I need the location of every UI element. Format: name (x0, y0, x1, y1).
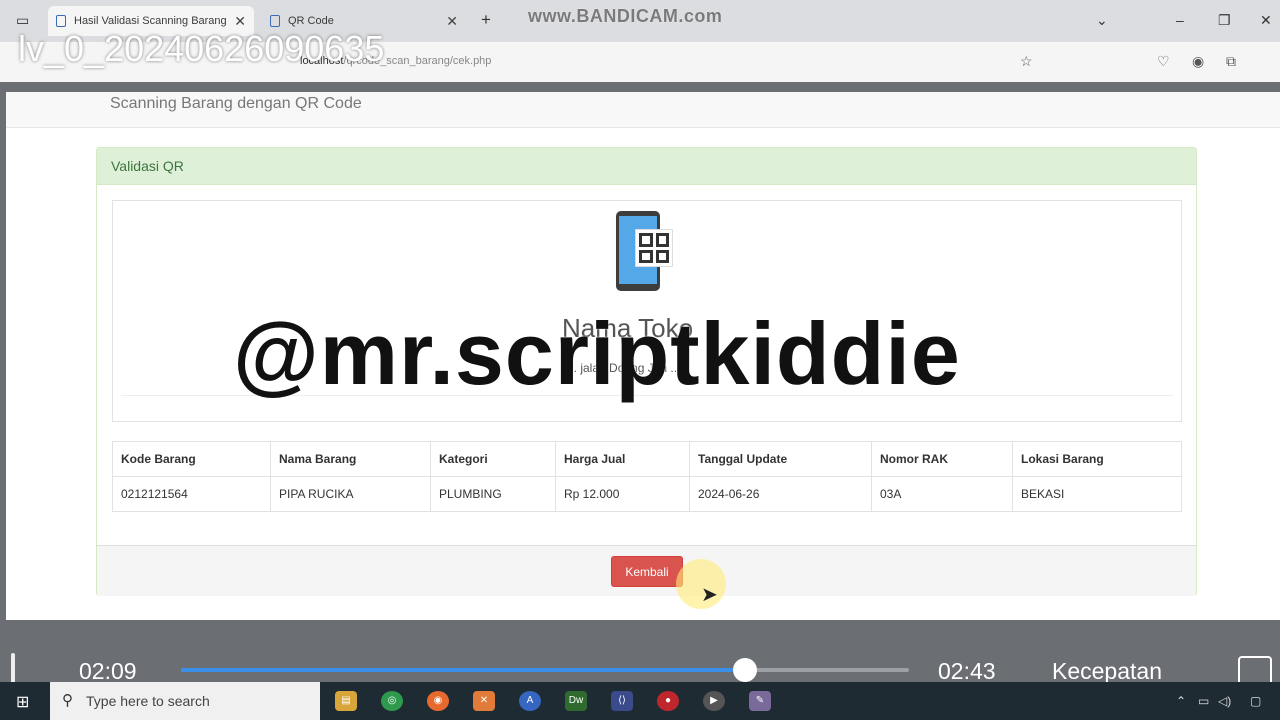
app-icon[interactable]: ✎ (749, 691, 771, 711)
search-placeholder: Type here to search (86, 693, 210, 709)
app-store-icon[interactable]: A (519, 691, 541, 711)
extensions-icon[interactable]: ⧉ (1226, 53, 1236, 70)
account-icon[interactable]: ◉ (1192, 53, 1204, 70)
panel-footer: Kembali (97, 545, 1196, 596)
item-table: Kode Barang Nama Barang Kategori Harga J… (112, 441, 1182, 512)
close-icon[interactable]: ✕ (234, 13, 246, 30)
page-favicon-icon (270, 15, 280, 27)
minimize-icon[interactable]: – (1176, 12, 1184, 28)
new-tab-icon[interactable]: + (481, 10, 491, 30)
column-header: Nama Barang (270, 441, 431, 477)
overlay-watermark: @mr.scriptkiddie (233, 304, 961, 403)
star-icon[interactable]: ☆ (1020, 53, 1033, 70)
table-header-row: Kode Barang Nama Barang Kategori Harga J… (112, 441, 1182, 477)
media-player-icon[interactable]: ▶ (703, 691, 725, 711)
cell-kode-barang: 0212121564 (112, 476, 271, 512)
current-time: 02:09 (79, 658, 137, 684)
windows-start-icon[interactable]: ⊞ (16, 692, 29, 712)
cell-nama-barang: PIPA RUCIKA (270, 476, 431, 512)
volume-icon[interactable]: ◁) (1218, 694, 1231, 708)
chevron-down-icon[interactable]: ⌄ (1096, 12, 1108, 29)
column-header: Kode Barang (112, 441, 271, 477)
navbar-brand[interactable]: Scanning Barang dengan QR Code (110, 95, 362, 113)
tray-chevron-icon[interactable]: ⌃ (1176, 694, 1186, 708)
video-player-controls: 02:09 02:43 Kecepatan (0, 620, 1280, 686)
tab-actions-icon[interactable]: ▭ (16, 12, 29, 29)
taskbar-search[interactable]: ⚲ Type here to search (50, 682, 320, 720)
cell-lokasi-barang: BEKASI (1012, 476, 1182, 512)
total-time: 02:43 (938, 658, 996, 684)
back-button[interactable]: Kembali (611, 556, 683, 587)
pocket-icon[interactable]: ♡ (1157, 53, 1170, 70)
bandicam-icon[interactable]: ● (657, 691, 679, 711)
cell-nomor-rak: 03A (871, 476, 1013, 512)
screen: ▭ Hasil Validasi Scanning Barang ✕ QR Co… (0, 0, 1280, 720)
firefox-icon[interactable]: ◉ (427, 691, 449, 711)
seek-bar[interactable] (181, 658, 909, 682)
seek-progress (181, 668, 746, 672)
column-header: Harga Jual (555, 441, 690, 477)
speed-button[interactable]: Kecepatan (1052, 658, 1162, 685)
close-icon[interactable]: ✕ (446, 13, 458, 30)
cell-kategori: PLUMBING (430, 476, 556, 512)
page-favicon-icon (56, 15, 66, 27)
battery-icon[interactable]: ▭ (1198, 694, 1209, 708)
player-handle[interactable] (11, 653, 15, 685)
bandicam-watermark: www.BANDICAM.com (528, 6, 723, 26)
column-header: Lokasi Barang (1012, 441, 1182, 477)
recording-filename: lv_0_20240626090635 (18, 28, 385, 69)
table-row: 0212121564 PIPA RUCIKA PLUMBING Rp 12.00… (112, 476, 1182, 512)
search-icon: ⚲ (62, 692, 73, 709)
seek-handle[interactable] (733, 658, 758, 682)
tab-label: QR Code (288, 15, 334, 27)
notifications-icon[interactable]: ▢ (1250, 694, 1261, 708)
mouse-cursor-icon: ➤ (701, 584, 718, 606)
panel-title: Validasi QR (97, 148, 1196, 185)
window-close-icon[interactable]: ✕ (1260, 12, 1272, 29)
taskbar: ⊞ ⚲ Type here to search ▤ ◎ ◉ ✕ A Dw ⟨⟩ … (0, 682, 1280, 720)
column-header: Tanggal Update (689, 441, 872, 477)
dreamweaver-icon[interactable]: Dw (565, 691, 587, 711)
navbar: Scanning Barang dengan QR Code (6, 92, 1280, 128)
cell-tanggal-update: 2024-06-26 (689, 476, 872, 512)
chrome-icon[interactable]: ◎ (381, 691, 403, 711)
maximize-icon[interactable]: ❐ (1218, 12, 1231, 29)
xampp-icon[interactable]: ✕ (473, 691, 495, 711)
vscode-icon[interactable]: ⟨⟩ (611, 691, 633, 711)
tab-label: Hasil Validasi Scanning Barang (74, 15, 227, 27)
cell-harga-jual: Rp 12.000 (555, 476, 690, 512)
file-explorer-icon[interactable]: ▤ (335, 691, 357, 711)
qr-phone-icon (616, 211, 673, 291)
column-header: Nomor RAK (871, 441, 1013, 477)
column-header: Kategori (430, 441, 556, 477)
